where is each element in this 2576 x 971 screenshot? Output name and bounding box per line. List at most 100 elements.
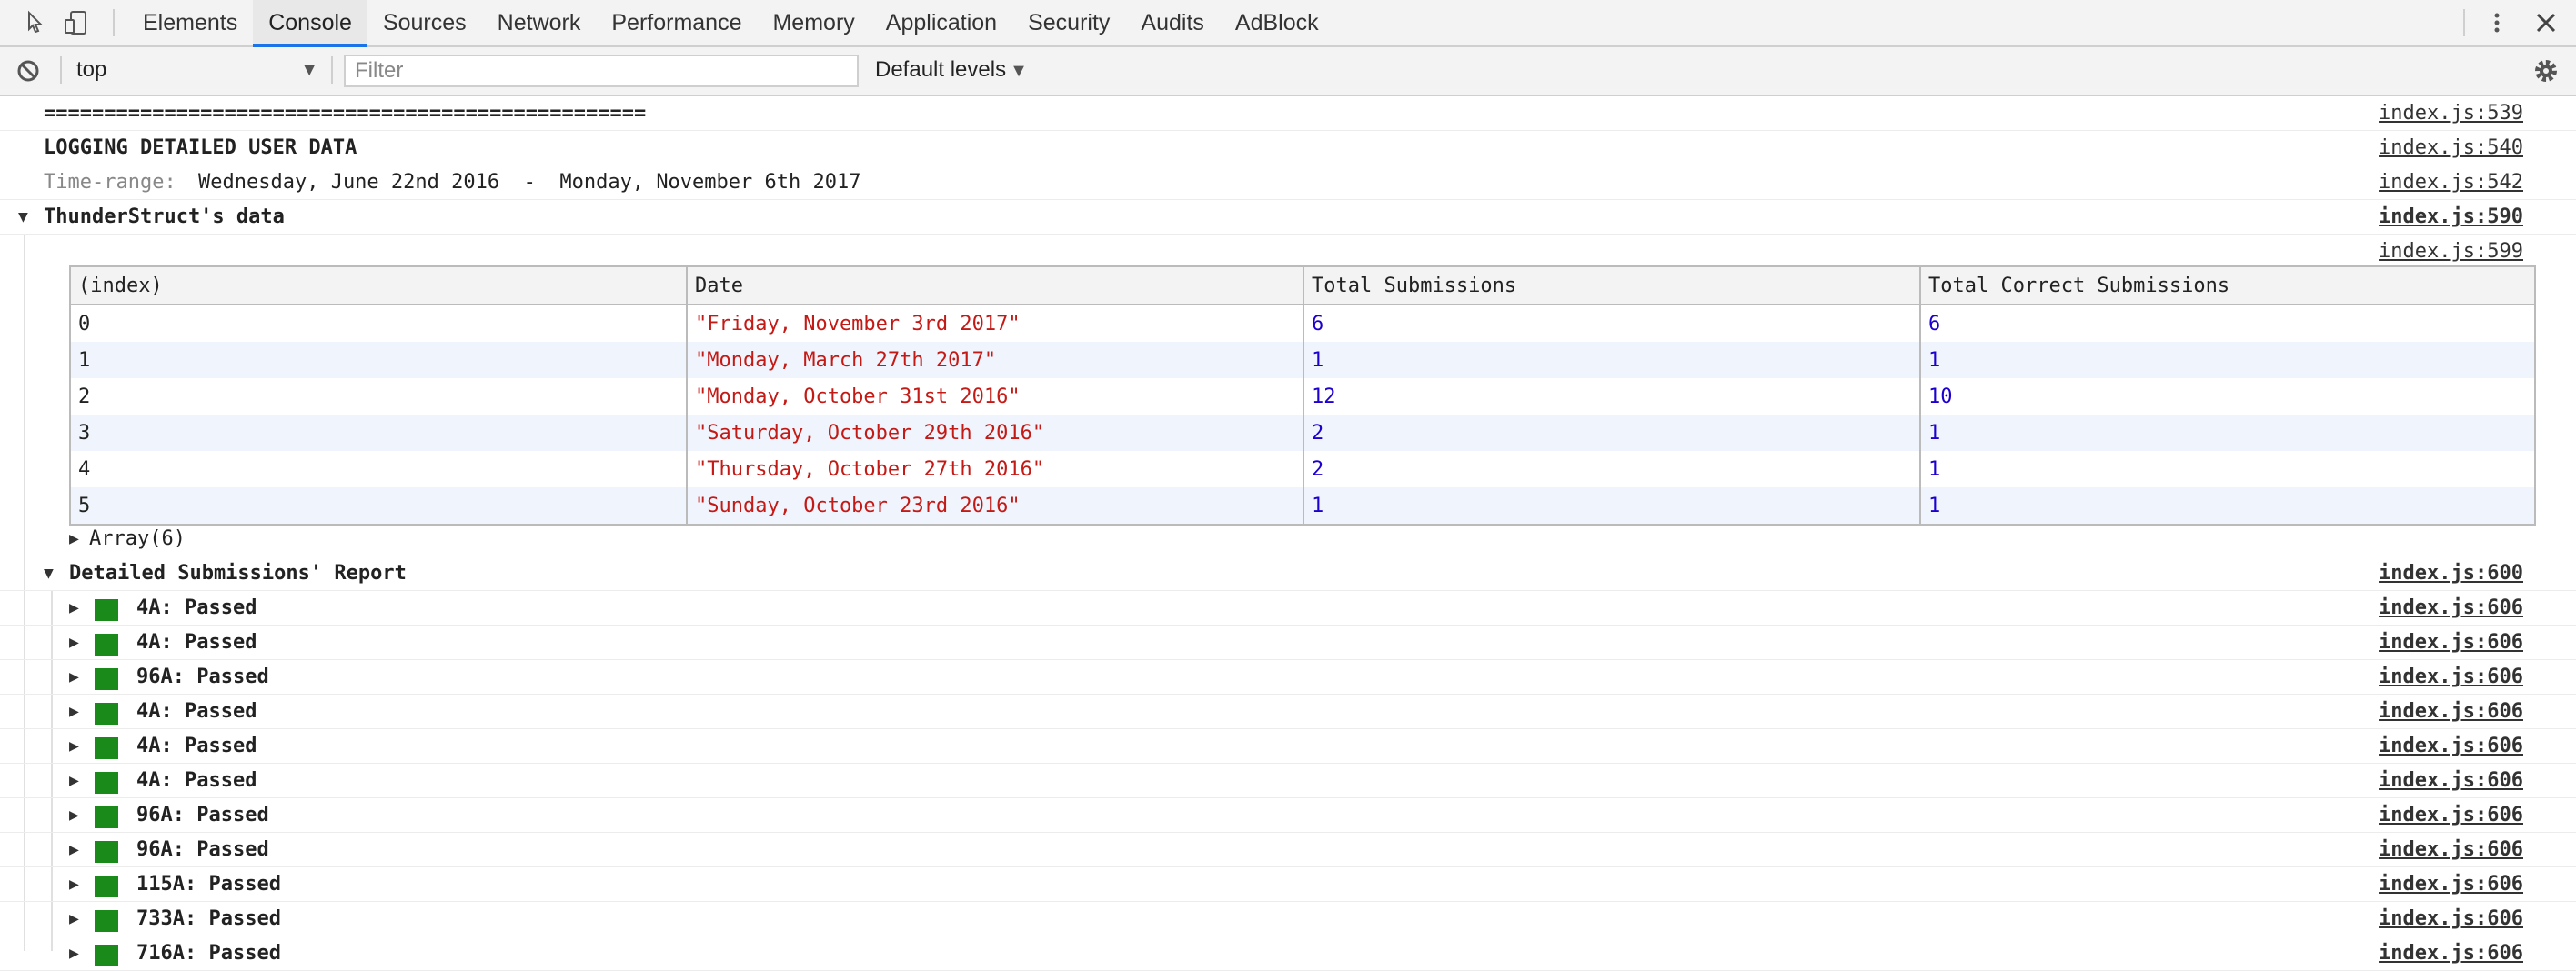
column-header-total[interactable]: Total Submissions bbox=[1303, 265, 1921, 305]
close-devtools-icon[interactable] bbox=[2532, 9, 2560, 36]
console-table: (index) Date Total Submissions Total Cor… bbox=[69, 265, 2536, 526]
collapsed-triangle-icon[interactable]: ▶ bbox=[69, 660, 79, 695]
tab-elements[interactable]: Elements bbox=[127, 0, 253, 47]
log-levels-dropdown[interactable]: Default levels ▼ bbox=[875, 55, 1028, 86]
submission-label: 96A: Passed bbox=[136, 666, 269, 688]
tab-audits[interactable]: Audits bbox=[1125, 0, 1219, 47]
collapsed-triangle-icon[interactable]: ▶ bbox=[69, 522, 79, 556]
submission-label: 4A: Passed bbox=[136, 596, 257, 619]
cell-date: "Thursday, October 27th 2016" bbox=[686, 451, 1304, 487]
log-group-header[interactable]: ▼ Detailed Submissions' Report index.js:… bbox=[0, 556, 2576, 591]
source-link[interactable]: index.js:606 bbox=[2379, 660, 2523, 695]
source-link[interactable]: index.js:606 bbox=[2379, 902, 2523, 936]
source-link[interactable]: index.js:539 bbox=[2379, 96, 2523, 131]
passed-status-square bbox=[95, 634, 118, 656]
source-link[interactable]: index.js:606 bbox=[2379, 764, 2523, 798]
submission-row[interactable]: ▶ 4A: Passed index.js:606 bbox=[0, 729, 2576, 764]
submission-label: 716A: Passed bbox=[136, 942, 281, 965]
array-label: Array(6) bbox=[89, 527, 186, 550]
tab-adblock[interactable]: AdBlock bbox=[1220, 0, 1334, 47]
settings-gear-icon[interactable] bbox=[2532, 57, 2560, 85]
source-link[interactable]: index.js:606 bbox=[2379, 591, 2523, 626]
log-row: Time-range: Wednesday, June 22nd 2016 - … bbox=[0, 165, 2576, 200]
tab-security[interactable]: Security bbox=[1012, 0, 1125, 47]
array-row[interactable]: ▶ Array(6) bbox=[0, 522, 2576, 556]
submission-row[interactable]: ▶ 4A: Passed index.js:606 bbox=[0, 626, 2576, 660]
collapsed-triangle-icon[interactable]: ▶ bbox=[69, 798, 79, 833]
source-link[interactable]: index.js:606 bbox=[2379, 833, 2523, 867]
cell-correct: 1 bbox=[1919, 451, 2536, 487]
filter-input[interactable]: Filter bbox=[344, 55, 859, 87]
source-link[interactable]: index.js:606 bbox=[2379, 867, 2523, 902]
dropdown-arrow-icon: ▼ bbox=[1010, 61, 1028, 81]
table-row: 2 "Monday, October 31st 2016" 12 10 bbox=[69, 378, 2536, 415]
toolbar-divider bbox=[60, 56, 62, 84]
device-toolbar-icon[interactable] bbox=[62, 9, 89, 36]
tab-performance[interactable]: Performance bbox=[596, 0, 757, 47]
table-header-row: (index) Date Total Submissions Total Cor… bbox=[69, 265, 2536, 305]
tab-network[interactable]: Network bbox=[482, 0, 597, 47]
passed-status-square bbox=[95, 945, 118, 966]
time-range-value: Wednesday, June 22nd 2016 - Monday, Nove… bbox=[198, 171, 861, 194]
separator-line: ========================================… bbox=[44, 102, 647, 125]
context-selector[interactable]: top ▼ bbox=[76, 55, 318, 85]
cell-index: 2 bbox=[69, 378, 688, 415]
cell-date: "Friday, November 3rd 2017" bbox=[686, 305, 1304, 342]
passed-status-square bbox=[95, 668, 118, 690]
log-row: ========================================… bbox=[0, 96, 2576, 131]
cell-index: 4 bbox=[69, 451, 688, 487]
source-link[interactable]: index.js:606 bbox=[2379, 936, 2523, 971]
toolbar-divider bbox=[331, 56, 333, 84]
collapsed-triangle-icon[interactable]: ▶ bbox=[69, 833, 79, 867]
cell-index: 0 bbox=[69, 305, 688, 342]
submission-row[interactable]: ▶ 96A: Passed index.js:606 bbox=[0, 798, 2576, 833]
source-link[interactable]: index.js:606 bbox=[2379, 798, 2523, 833]
log-group-header[interactable]: ▼ ThunderStruct's data index.js:590 bbox=[0, 200, 2576, 235]
collapsed-triangle-icon[interactable]: ▶ bbox=[69, 764, 79, 798]
cell-total: 12 bbox=[1303, 378, 1921, 415]
log-heading: LOGGING DETAILED USER DATA bbox=[44, 136, 357, 159]
source-link[interactable]: index.js:540 bbox=[2379, 131, 2523, 165]
tab-sources[interactable]: Sources bbox=[367, 0, 482, 47]
source-link[interactable]: index.js:590 bbox=[2379, 200, 2523, 235]
inspect-element-icon[interactable] bbox=[22, 9, 49, 36]
source-link[interactable]: index.js:606 bbox=[2379, 729, 2523, 764]
column-header-index[interactable]: (index) bbox=[69, 265, 688, 305]
clear-console-icon[interactable] bbox=[15, 57, 42, 85]
source-link[interactable]: index.js:606 bbox=[2379, 695, 2523, 729]
submission-label: 4A: Passed bbox=[136, 735, 257, 757]
collapsed-triangle-icon[interactable]: ▶ bbox=[69, 867, 79, 902]
source-link[interactable]: index.js:599 bbox=[2379, 235, 2523, 269]
collapsed-triangle-icon[interactable]: ▶ bbox=[69, 936, 79, 971]
time-range-label: Time-range: bbox=[44, 171, 176, 194]
submission-row[interactable]: ▶ 96A: Passed index.js:606 bbox=[0, 833, 2576, 867]
column-header-correct[interactable]: Total Correct Submissions bbox=[1919, 265, 2536, 305]
column-header-date[interactable]: Date bbox=[686, 265, 1304, 305]
toolbar-divider bbox=[113, 9, 115, 36]
submission-row[interactable]: ▶ 4A: Passed index.js:606 bbox=[0, 591, 2576, 626]
passed-status-square bbox=[95, 703, 118, 725]
tab-memory[interactable]: Memory bbox=[757, 0, 870, 47]
submission-row[interactable]: ▶ 4A: Passed index.js:606 bbox=[0, 695, 2576, 729]
collapsed-triangle-icon[interactable]: ▶ bbox=[69, 902, 79, 936]
more-options-icon[interactable] bbox=[2483, 9, 2511, 36]
submission-row[interactable]: ▶ 4A: Passed index.js:606 bbox=[0, 764, 2576, 798]
tab-console[interactable]: Console bbox=[253, 0, 367, 47]
collapsed-triangle-icon[interactable]: ▶ bbox=[69, 695, 79, 729]
submission-label: 733A: Passed bbox=[136, 907, 281, 930]
collapsed-triangle-icon[interactable]: ▶ bbox=[69, 626, 79, 660]
collapsed-triangle-icon[interactable]: ▶ bbox=[69, 591, 79, 626]
source-link[interactable]: index.js:600 bbox=[2379, 556, 2523, 591]
submission-row[interactable]: ▶ 115A: Passed index.js:606 bbox=[0, 867, 2576, 902]
cell-date: "Monday, March 27th 2017" bbox=[686, 342, 1304, 378]
devtools-tab-bar: Elements Console Sources Network Perform… bbox=[0, 0, 2576, 47]
submission-row[interactable]: ▶ 96A: Passed index.js:606 bbox=[0, 660, 2576, 695]
submission-row[interactable]: ▶ 733A: Passed index.js:606 bbox=[0, 902, 2576, 936]
source-link[interactable]: index.js:542 bbox=[2379, 165, 2523, 200]
expanded-triangle-icon[interactable]: ▼ bbox=[18, 200, 28, 235]
submission-row[interactable]: ▶ 716A: Passed index.js:606 bbox=[0, 936, 2576, 971]
source-link[interactable]: index.js:606 bbox=[2379, 626, 2523, 660]
expanded-triangle-icon[interactable]: ▼ bbox=[44, 556, 54, 591]
tab-application[interactable]: Application bbox=[870, 0, 1012, 47]
collapsed-triangle-icon[interactable]: ▶ bbox=[69, 729, 79, 764]
